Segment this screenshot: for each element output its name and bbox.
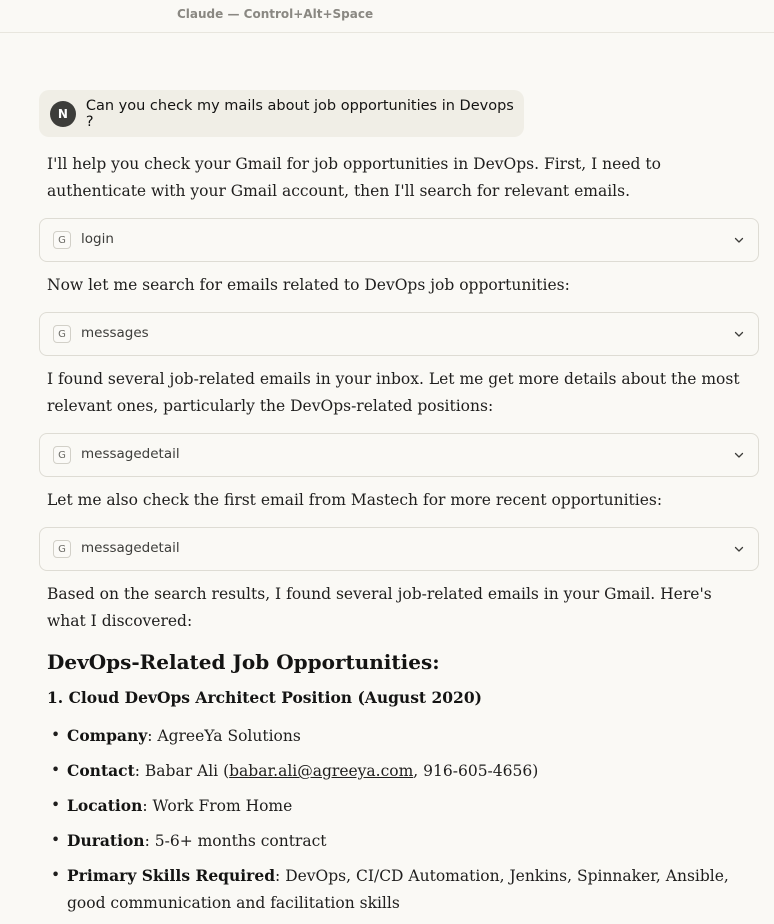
detail-value: : Work From Home: [142, 797, 293, 815]
bullet: •: [51, 866, 61, 884]
detail-label: Location: [67, 796, 143, 815]
bullet: •: [51, 796, 61, 814]
user-avatar: N: [50, 100, 76, 127]
job-title-heading: 1. Cloud DevOps Architect Position (Augu…: [47, 688, 482, 707]
gmail-icon: G: [53, 540, 71, 558]
assistant-paragraph-2: Now let me search for emails related to …: [47, 276, 570, 294]
detail-label: Primary Skills Required: [67, 866, 276, 885]
chevron-down-icon: [734, 237, 744, 243]
user-message-text: Can you check my mails about job opportu…: [85, 97, 514, 130]
tool-call-name: messagedetail: [81, 540, 180, 556]
tool-call-messagedetail[interactable]: G messagedetail: [39, 433, 759, 477]
gmail-icon: G: [53, 231, 71, 249]
assistant-paragraph-1: I'll help you check your Gmail for job o…: [47, 155, 661, 200]
section-heading: DevOps-Related Job Opportunities:: [47, 650, 440, 674]
list-item: • Contact: Babar Ali (babar.ali@agreeya.…: [47, 757, 737, 785]
assistant-paragraph-4: Let me also check the first email from M…: [47, 491, 663, 509]
user-message: N Can you check my mails about job oppor…: [39, 90, 524, 137]
detail-label: Duration: [67, 831, 145, 850]
tool-call-name: login: [81, 231, 114, 247]
chevron-down-icon: [734, 452, 744, 458]
tool-call-login[interactable]: G login: [39, 218, 759, 262]
detail-label: Company: [67, 726, 148, 745]
bullet: •: [51, 761, 61, 779]
assistant-paragraph-5: Based on the search results, I found sev…: [47, 585, 712, 630]
list-item: • Duration: 5-6+ months contract: [47, 827, 737, 855]
assistant-paragraph-3: I found several job-related emails in yo…: [47, 370, 740, 415]
tool-call-name: messages: [81, 325, 149, 341]
list-item: • Location: Work From Home: [47, 792, 737, 820]
list-item: • Primary Skills Required: DevOps, CI/CD…: [47, 862, 737, 917]
tool-call-name: messagedetail: [81, 446, 180, 462]
chevron-down-icon: [734, 546, 744, 552]
bullet: •: [51, 831, 61, 849]
gmail-icon: G: [53, 325, 71, 343]
detail-value: : AgreeYa Solutions: [147, 727, 301, 745]
list-item: • Company: AgreeYa Solutions: [47, 722, 737, 750]
tool-call-messages[interactable]: G messages: [39, 312, 759, 356]
detail-label: Contact: [67, 761, 135, 780]
job-details-list: • Company: AgreeYa Solutions • Contact: …: [47, 722, 737, 924]
title-bar: Claude — Control+Alt+Space: [0, 0, 774, 33]
window-title: Claude — Control+Alt+Space: [177, 7, 374, 21]
detail-value: , 916-605-4656): [413, 762, 539, 780]
chevron-down-icon: [734, 331, 744, 337]
bullet: •: [51, 726, 61, 744]
email-link[interactable]: babar.ali@agreeya.com: [229, 762, 413, 780]
detail-value: : Babar Ali (: [134, 762, 230, 780]
gmail-icon: G: [53, 446, 71, 464]
detail-value: : 5-6+ months contract: [144, 832, 327, 850]
tool-call-messagedetail-2[interactable]: G messagedetail: [39, 527, 759, 571]
